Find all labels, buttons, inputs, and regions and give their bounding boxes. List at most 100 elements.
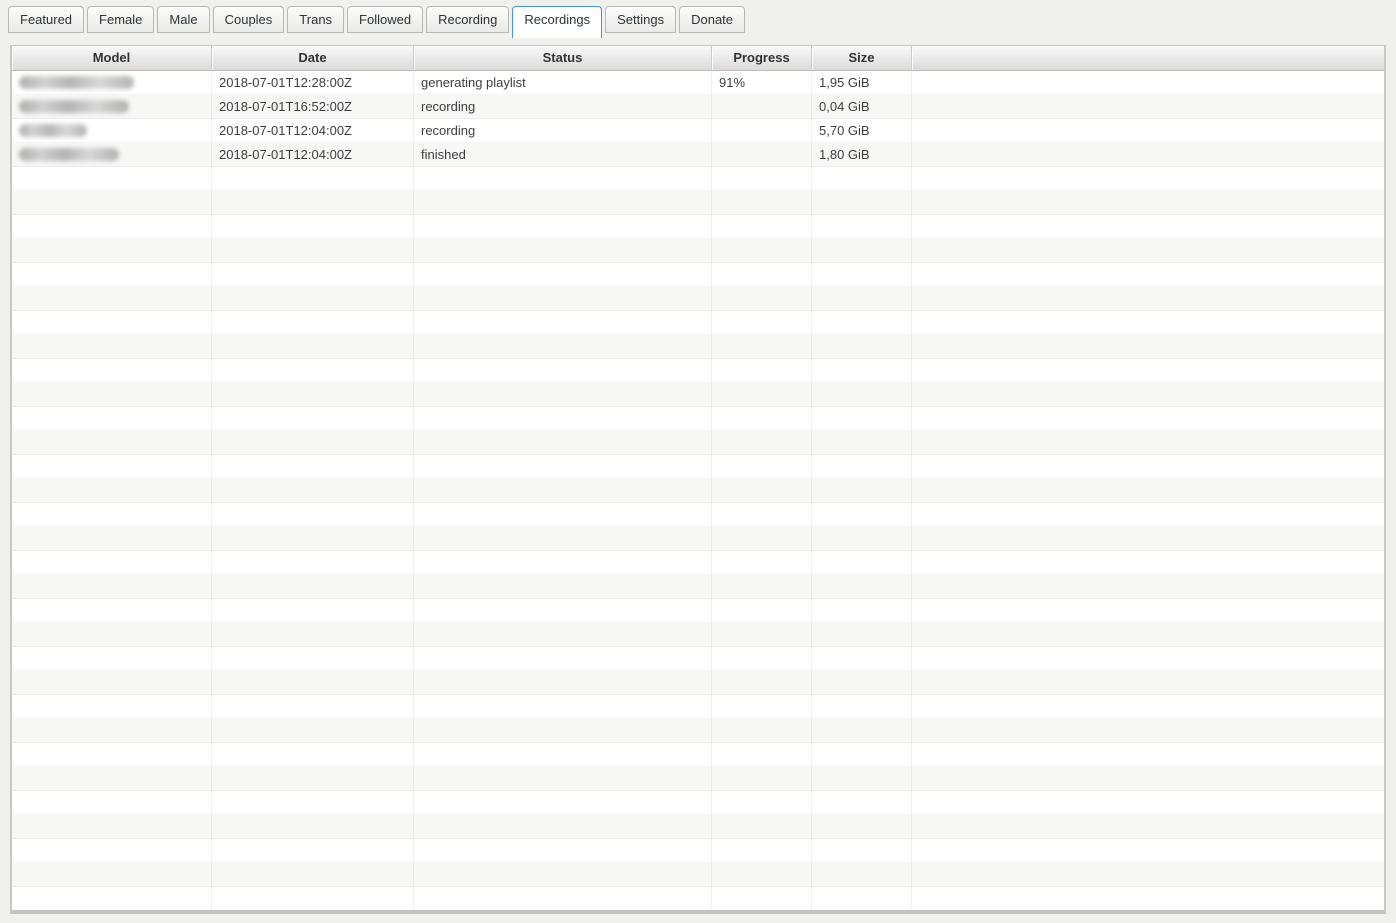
- tab-female[interactable]: Female: [87, 6, 154, 33]
- cell-size: [812, 551, 912, 575]
- cell-date: [212, 839, 414, 863]
- table-row-empty[interactable]: [12, 791, 1384, 815]
- table-row-empty[interactable]: [12, 287, 1384, 311]
- column-header-size[interactable]: Size: [812, 46, 912, 70]
- cell-extra: [912, 431, 1384, 455]
- table-row-empty[interactable]: [12, 647, 1384, 671]
- table-row-empty[interactable]: [12, 263, 1384, 287]
- cell-extra: [912, 527, 1384, 551]
- table-row-empty[interactable]: [12, 407, 1384, 431]
- table-row[interactable]: 2018-07-01T12:04:00Zfinished1,80 GiB: [12, 143, 1384, 167]
- column-header-status[interactable]: Status: [414, 46, 712, 70]
- table-row-empty[interactable]: [12, 359, 1384, 383]
- table-row-empty[interactable]: [12, 623, 1384, 647]
- cell-model: [12, 359, 212, 383]
- cell-date: [212, 815, 414, 839]
- cell-extra: [912, 551, 1384, 575]
- table-row-empty[interactable]: [12, 167, 1384, 191]
- cell-progress: [712, 503, 812, 527]
- table-row[interactable]: 2018-07-01T12:04:00Zrecording5,70 GiB: [12, 119, 1384, 143]
- table-row-empty[interactable]: [12, 767, 1384, 791]
- cell-status: [414, 839, 712, 863]
- cell-date: [212, 407, 414, 431]
- cell-model: [12, 719, 212, 743]
- column-header-extra[interactable]: [912, 46, 1384, 70]
- table-row[interactable]: 2018-07-01T12:28:00Zgenerating playlist9…: [12, 71, 1384, 95]
- table-body: 2018-07-01T12:28:00Zgenerating playlist9…: [12, 71, 1384, 911]
- column-header-progress[interactable]: Progress: [712, 46, 812, 70]
- cell-status: [414, 863, 712, 887]
- table-row-empty[interactable]: [12, 671, 1384, 695]
- column-header-model[interactable]: Model: [12, 46, 212, 70]
- table-row-empty[interactable]: [12, 239, 1384, 263]
- cell-extra: [912, 863, 1384, 887]
- table-row-empty[interactable]: [12, 551, 1384, 575]
- cell-extra: [912, 455, 1384, 479]
- cell-size: [812, 647, 912, 671]
- cell-model: [12, 767, 212, 791]
- tab-featured[interactable]: Featured: [8, 6, 84, 33]
- tab-male[interactable]: Male: [157, 6, 209, 33]
- table-row-empty[interactable]: [12, 191, 1384, 215]
- table-row-empty[interactable]: [12, 383, 1384, 407]
- cell-size: [812, 527, 912, 551]
- cell-date: [212, 455, 414, 479]
- table-row-empty[interactable]: [12, 431, 1384, 455]
- cell-size: [812, 311, 912, 335]
- cell-progress: [712, 671, 812, 695]
- table-row-empty[interactable]: [12, 743, 1384, 767]
- cell-status: [414, 791, 712, 815]
- tab-recording[interactable]: Recording: [426, 6, 509, 33]
- cell-date: [212, 647, 414, 671]
- cell-extra: [912, 95, 1384, 119]
- tab-recordings[interactable]: Recordings: [512, 6, 602, 38]
- table-row-empty[interactable]: [12, 335, 1384, 359]
- table-row-empty[interactable]: [12, 527, 1384, 551]
- cell-status: [414, 743, 712, 767]
- cell-progress: [712, 383, 812, 407]
- cell-date: [212, 551, 414, 575]
- tab-trans[interactable]: Trans: [287, 6, 344, 33]
- table-row-empty[interactable]: [12, 575, 1384, 599]
- table-row-empty[interactable]: [12, 863, 1384, 887]
- table-row-empty[interactable]: [12, 599, 1384, 623]
- table-row-empty[interactable]: [12, 503, 1384, 527]
- tab-donate[interactable]: Donate: [679, 6, 745, 33]
- cell-status: [414, 887, 712, 911]
- tab-settings[interactable]: Settings: [605, 6, 676, 33]
- cell-extra: [912, 119, 1384, 143]
- cell-model: [12, 743, 212, 767]
- cell-date: [212, 263, 414, 287]
- column-header-date[interactable]: Date: [212, 46, 414, 70]
- cell-size: [812, 359, 912, 383]
- table-row-empty[interactable]: [12, 215, 1384, 239]
- cell-size: [812, 671, 912, 695]
- table-row-empty[interactable]: [12, 479, 1384, 503]
- cell-date: [212, 431, 414, 455]
- table-row[interactable]: 2018-07-01T16:52:00Zrecording0,04 GiB: [12, 95, 1384, 119]
- table-row-empty[interactable]: [12, 695, 1384, 719]
- cell-size: [812, 239, 912, 263]
- table-row-empty[interactable]: [12, 839, 1384, 863]
- cell-progress: [712, 575, 812, 599]
- cell-model: [12, 455, 212, 479]
- cell-date: 2018-07-01T12:28:00Z: [212, 71, 414, 95]
- table-row-empty[interactable]: [12, 311, 1384, 335]
- cell-model: [12, 671, 212, 695]
- cell-status: [414, 335, 712, 359]
- table-row-empty[interactable]: [12, 815, 1384, 839]
- cell-extra: [912, 743, 1384, 767]
- tab-followed[interactable]: Followed: [347, 6, 423, 33]
- cell-status: [414, 671, 712, 695]
- table-row-empty[interactable]: [12, 887, 1384, 911]
- cell-size: [812, 479, 912, 503]
- table-row-empty[interactable]: [12, 455, 1384, 479]
- cell-model: [12, 383, 212, 407]
- cell-progress: [712, 167, 812, 191]
- tab-couples[interactable]: Couples: [213, 6, 285, 33]
- cell-size: 5,70 GiB: [812, 119, 912, 143]
- cell-extra: [912, 671, 1384, 695]
- cell-extra: [912, 359, 1384, 383]
- table-row-empty[interactable]: [12, 719, 1384, 743]
- cell-date: [212, 599, 414, 623]
